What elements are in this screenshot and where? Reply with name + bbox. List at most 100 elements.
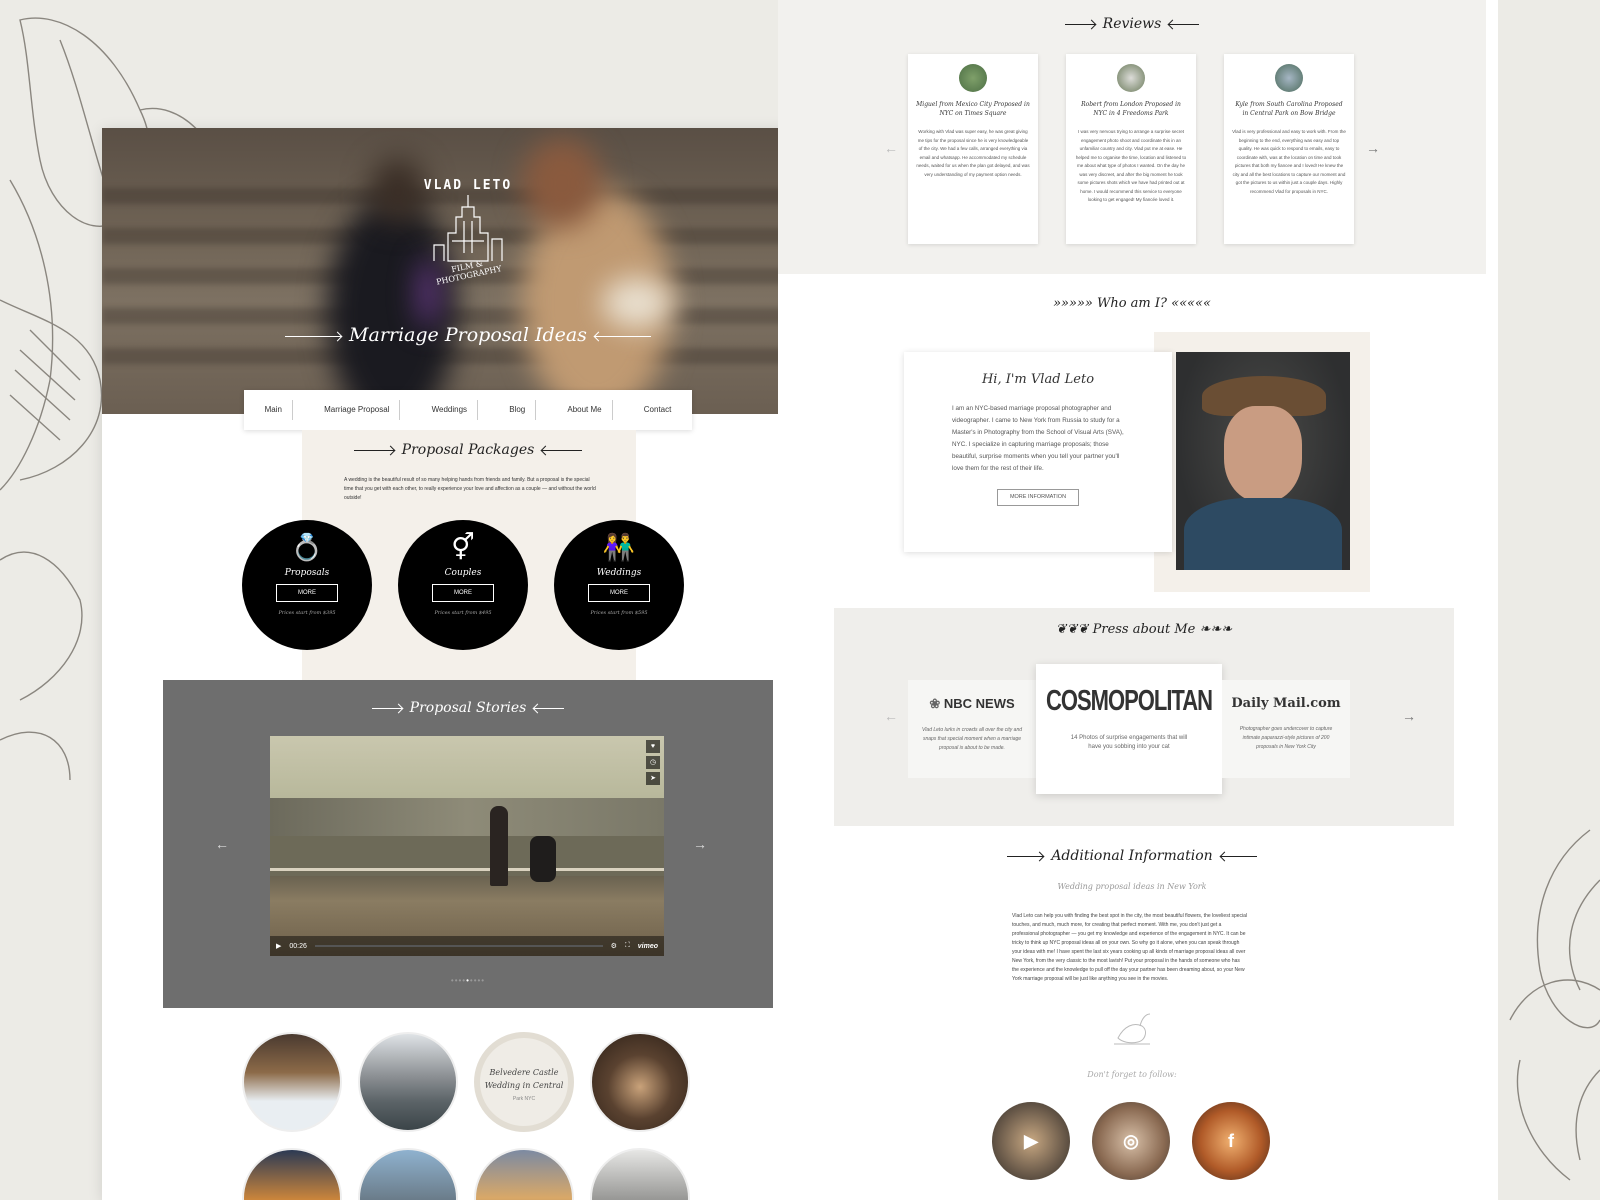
- arrow-right-icon[interactable]: →: [1366, 140, 1380, 156]
- review-card: Miguel from Mexico City Proposed in NYC …: [908, 54, 1038, 244]
- nav-item-blog[interactable]: Blog: [499, 400, 537, 420]
- press-card-dailymail[interactable]: Daily Mail.com Photographer goes underco…: [1222, 680, 1350, 778]
- nav-item-marriage-proposal[interactable]: Marriage Proposal: [314, 400, 401, 420]
- progress-bar[interactable]: [314, 945, 603, 947]
- more-button[interactable]: MORE: [276, 584, 338, 602]
- additional-body: Vlad Leto can help you with finding the …: [1012, 913, 1248, 982]
- heart-icon[interactable]: ♥: [646, 740, 660, 753]
- reviewer-avatar: [959, 64, 987, 92]
- story-thumbnail[interactable]: [590, 1032, 690, 1132]
- story-thumbnail[interactable]: [358, 1032, 458, 1132]
- fullscreen-icon[interactable]: ⛶: [625, 942, 630, 950]
- pier-railing: [270, 868, 664, 871]
- story-thumbnail[interactable]: [590, 1148, 690, 1200]
- vimeo-logo[interactable]: vimeo: [638, 943, 658, 950]
- story-thumbnail[interactable]: [242, 1148, 342, 1200]
- instagram-link[interactable]: ◎: [1092, 1102, 1170, 1180]
- press-section: ❦❦❦ Press about Me ❧❧❧ ← → ❀ NBC NEWS Vl…: [834, 608, 1454, 826]
- floral-illustration-right: [1509, 829, 1600, 1181]
- hero-title: Marriage Proposal Ideas: [102, 324, 834, 346]
- share-icon[interactable]: ➤: [646, 772, 660, 785]
- nav-item-main[interactable]: Main: [255, 400, 293, 420]
- thumb-caption-line1: Belvedere Castle: [489, 1068, 559, 1077]
- dailymail-logo: Daily Mail.com: [1231, 696, 1341, 711]
- reviews-section: Reviews ← → Miguel from Mexico City Prop…: [778, 0, 1486, 274]
- nav-item-about-me[interactable]: About Me: [557, 400, 613, 420]
- portrait-photo: [1176, 352, 1350, 570]
- package-weddings[interactable]: 👫 Weddings MORE Prices start from $595: [554, 520, 684, 650]
- press-card-nbc[interactable]: ❀ NBC NEWS Vlad Leto lurks in crowds all…: [908, 680, 1036, 778]
- review-title: Robert from London Proposed in NYC in 4 …: [1081, 101, 1181, 117]
- left-page-mockup: VLAD LETO FILM & PHOTOGRAPHY Marriage Pr…: [102, 128, 834, 1200]
- review-card: Kyle from South Carolina Proposed in Cen…: [1224, 54, 1354, 244]
- package-price: Prices start from $495: [434, 610, 492, 616]
- brand-name: VLAD LETO: [423, 178, 513, 193]
- press-text: Vlad Leto lurks in crowds all over the c…: [921, 727, 1023, 751]
- skyscraper-icon: [433, 195, 503, 262]
- about-card: Hi, I'm Vlad Leto I am an NYC-based marr…: [904, 352, 1172, 552]
- video-time: 00:26: [289, 942, 307, 950]
- brand-logo[interactable]: VLAD LETO FILM & PHOTOGRAPHY: [420, 178, 516, 288]
- hero-banner: VLAD LETO FILM & PHOTOGRAPHY Marriage Pr…: [102, 128, 834, 414]
- bride-head: [522, 138, 602, 228]
- kneeling-man: [530, 836, 556, 882]
- more-information-button[interactable]: MORE INFORMATION: [997, 489, 1079, 506]
- press-card-cosmopolitan[interactable]: COSMOPOLITAN 14 Photos of surprise engag…: [1036, 664, 1222, 794]
- more-button[interactable]: MORE: [588, 584, 650, 602]
- stories-title: Proposal Stories: [163, 700, 773, 716]
- settings-icon[interactable]: ⚙: [611, 942, 617, 950]
- main-navigation: Main Marriage Proposal Weddings Blog Abo…: [244, 390, 692, 430]
- video-controls: ▶ 00:26 ⚙ ⛶ vimeo: [270, 936, 664, 956]
- package-couples[interactable]: ⚥ Couples MORE Prices start from $495: [398, 520, 528, 650]
- play-icon[interactable]: ▶: [276, 942, 281, 950]
- bouquet: [602, 278, 672, 328]
- review-title: Kyle from South Carolina Proposed in Cen…: [1235, 101, 1343, 117]
- face: [1224, 406, 1302, 502]
- arrow-right-icon[interactable]: →: [1402, 708, 1416, 724]
- proposal-stories-section: Proposal Stories ← → ♥ ◷ ➤ ▶ 00:26 ⚙ ⛶ v…: [163, 680, 773, 1008]
- facebook-link[interactable]: f: [1192, 1102, 1270, 1180]
- clock-icon[interactable]: ◷: [646, 756, 660, 769]
- story-thumbnail[interactable]: [358, 1148, 458, 1200]
- packages-title: Proposal Packages: [102, 442, 834, 458]
- reviews-title: Reviews: [778, 16, 1486, 32]
- story-thumbnail[interactable]: [474, 1148, 574, 1200]
- arrow-left-icon[interactable]: ←: [884, 140, 898, 156]
- couple-symbol-icon: ⚥: [451, 532, 475, 562]
- reviewer-avatar: [1117, 64, 1145, 92]
- nbc-news-logo: ❀ NBC NEWS: [929, 696, 1015, 711]
- youtube-link[interactable]: ▶: [992, 1102, 1070, 1180]
- packages-description: A wedding is the beautiful result of so …: [344, 477, 596, 501]
- additional-title: Additional Information: [778, 848, 1486, 864]
- package-label: Couples: [444, 568, 482, 578]
- review-title: Miguel from Mexico City Proposed in NYC …: [916, 101, 1030, 117]
- groom-head: [370, 158, 426, 224]
- instagram-icon: ◎: [1123, 1131, 1139, 1151]
- story-thumbnail[interactable]: [242, 1032, 342, 1132]
- right-page-mockup: Reviews ← → Miguel from Mexico City Prop…: [778, 0, 1498, 1200]
- bride-groom-icon: 👫: [602, 532, 636, 562]
- nav-item-weddings[interactable]: Weddings: [422, 400, 479, 420]
- story-thumbnail-belvedere[interactable]: Belvedere Castle Wedding in Central Park…: [474, 1032, 574, 1132]
- cosmopolitan-logo: COSMOPOLITAN: [1045, 684, 1213, 717]
- package-price: Prices start from $595: [590, 610, 648, 616]
- more-button[interactable]: MORE: [432, 584, 494, 602]
- ornament-right: ❧❧❧: [1195, 622, 1233, 637]
- press-text: 14 Photos of surprise engagements that w…: [1070, 735, 1188, 750]
- ornament-arrows-right: «««««: [1167, 296, 1211, 311]
- press-title: ❦❦❦ Press about Me ❧❧❧: [1055, 622, 1233, 637]
- thumb-caption-line2: Wedding in Central: [484, 1081, 564, 1090]
- arrow-left-icon[interactable]: ←: [884, 708, 898, 724]
- package-proposals[interactable]: 💍 Proposals MORE Prices start from $395: [242, 520, 372, 650]
- arrow-right-icon[interactable]: →: [693, 836, 707, 852]
- peacock-icon: ❀: [929, 696, 941, 711]
- follow-label: Don't forget to follow:: [1087, 1070, 1177, 1079]
- video-player[interactable]: ♥ ◷ ➤ ▶ 00:26 ⚙ ⛶ vimeo: [270, 736, 664, 956]
- package-label: Proposals: [284, 568, 330, 578]
- slider-dots[interactable]: •••••••••: [163, 976, 773, 985]
- ornament-left: ❦❦❦: [1055, 622, 1093, 637]
- arrow-left-icon[interactable]: ←: [215, 836, 229, 852]
- review-body: I was very nervous trying to arrange a s…: [1075, 129, 1187, 202]
- press-text: Photographer goes undercover to capture …: [1239, 726, 1333, 750]
- nav-item-contact[interactable]: Contact: [634, 400, 682, 420]
